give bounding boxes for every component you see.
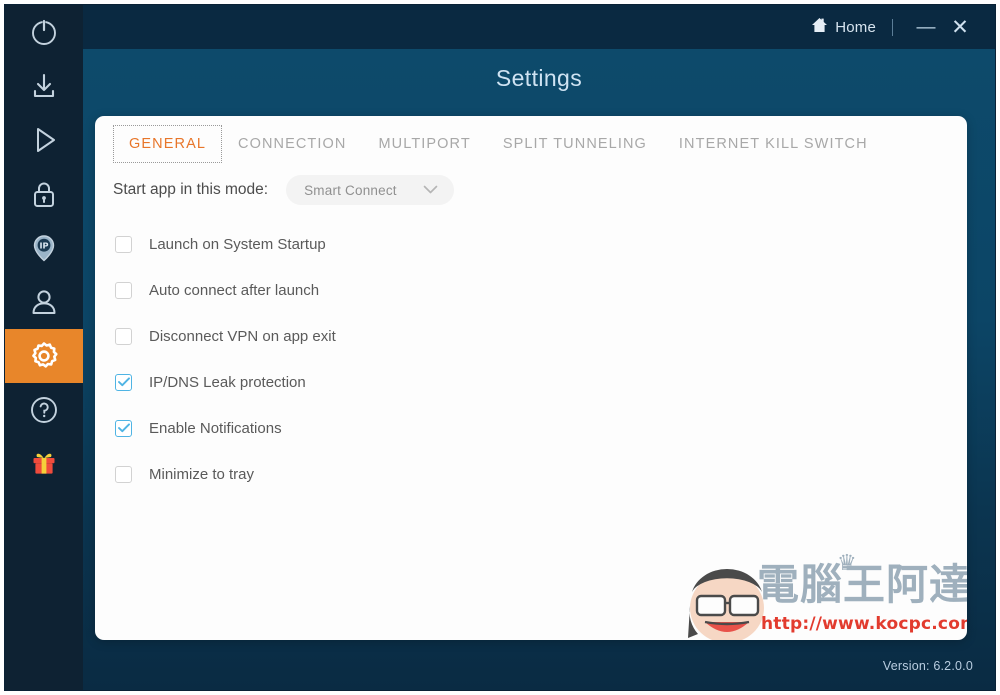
- chevron-down-icon: [423, 184, 438, 196]
- check-icon: [117, 377, 130, 387]
- gear-icon: [26, 338, 62, 374]
- crown-icon: ♛: [837, 550, 857, 575]
- svg-text:IP: IP: [39, 241, 48, 251]
- watermark: ♛ 電腦王阿達 http://www.kocpc.com.tw: [685, 552, 967, 640]
- sidebar-item-help[interactable]: [5, 383, 83, 437]
- option-row-auto-connect-after-launch[interactable]: Auto connect after launch: [115, 267, 615, 313]
- footer-bar: Version: 6.2.0.0: [83, 642, 995, 690]
- close-button[interactable]: ✕: [943, 17, 977, 38]
- tab-internet-kill-switch[interactable]: INTERNET KILL SWITCH: [663, 125, 884, 163]
- sidebar-item-settings[interactable]: [5, 329, 83, 383]
- tab-bar: GENERAL CONNECTION MULTIPORT SPLIT TUNNE…: [113, 125, 884, 163]
- download-icon: [27, 69, 61, 103]
- titlebar-divider: [892, 18, 893, 36]
- sidebar-item-account[interactable]: [5, 275, 83, 329]
- option-row-ip-dns-leak-protection[interactable]: IP/DNS Leak protection: [115, 359, 615, 405]
- tab-multiport[interactable]: MULTIPORT: [362, 125, 486, 163]
- tab-connection[interactable]: CONNECTION: [222, 125, 362, 163]
- body-area: Settings GENERAL CONNECTION MULTIPORT SP…: [83, 49, 995, 690]
- watermark-url: http://www.kocpc.com.tw: [761, 614, 967, 634]
- tab-split-tunneling[interactable]: SPLIT TUNNELING: [487, 125, 663, 163]
- option-label: Auto connect after launch: [149, 281, 320, 299]
- option-label: Disconnect VPN on app exit: [149, 327, 336, 345]
- checkbox-ip-dns-leak-protection[interactable]: [115, 373, 132, 391]
- application-window: IP Home — ✕ Settings GENERAL CONNECTION …: [5, 5, 995, 690]
- start-mode-label: Start app in this mode:: [113, 181, 269, 198]
- sidebar-item-ip-location[interactable]: IP: [5, 221, 83, 275]
- sidebar-item-lock[interactable]: [5, 167, 83, 221]
- start-mode-value: Smart Connect: [304, 182, 397, 198]
- checkbox-minimize-to-tray[interactable]: [115, 465, 132, 483]
- house-icon: [811, 17, 828, 37]
- option-row-enable-notifications[interactable]: Enable Notifications: [115, 405, 615, 451]
- minimize-button[interactable]: —: [909, 18, 943, 37]
- power-icon: [27, 15, 61, 49]
- play-icon: [27, 123, 61, 157]
- app-root: IP Home — ✕ Settings GENERAL CONNECTION …: [0, 0, 1000, 695]
- option-label: Launch on System Startup: [149, 235, 326, 253]
- home-label: Home: [835, 18, 876, 36]
- option-row-launch-on-system-startup[interactable]: Launch on System Startup: [115, 221, 615, 267]
- sidebar: IP: [5, 5, 83, 690]
- settings-panel: GENERAL CONNECTION MULTIPORT SPLIT TUNNE…: [95, 116, 967, 640]
- start-mode-row: Start app in this mode: Smart Connect: [113, 175, 455, 205]
- checkbox-disconnect-vpn-on-app-exit[interactable]: [115, 327, 132, 345]
- checkbox-auto-connect-after-launch[interactable]: [115, 281, 132, 299]
- home-button[interactable]: Home: [811, 17, 876, 37]
- title-bar: Home — ✕: [83, 5, 995, 49]
- check-icon: [117, 423, 130, 433]
- option-label: Minimize to tray: [149, 465, 255, 483]
- page-title: Settings: [495, 65, 583, 91]
- checkbox-launch-on-system-startup[interactable]: [115, 235, 132, 253]
- options-list: Launch on System Startup Auto connect af…: [115, 221, 615, 497]
- gift-icon: [27, 447, 61, 481]
- version-label: Version: 6.2.0.0: [882, 659, 973, 673]
- checkbox-enable-notifications[interactable]: [115, 419, 132, 437]
- question-circle-icon: [27, 393, 61, 427]
- sidebar-item-gift[interactable]: [5, 437, 83, 491]
- option-label: IP/DNS Leak protection: [149, 373, 306, 391]
- option-row-disconnect-vpn-on-app-exit[interactable]: Disconnect VPN on app exit: [115, 313, 615, 359]
- user-icon: [27, 285, 61, 319]
- sidebar-item-power[interactable]: [5, 5, 83, 59]
- watermark-text: 電腦王阿達: [757, 560, 967, 609]
- start-mode-dropdown[interactable]: Smart Connect: [286, 175, 455, 205]
- lock-icon: [27, 177, 61, 211]
- mascot-face-icon: [685, 566, 771, 640]
- option-label: Enable Notifications: [149, 419, 282, 437]
- sidebar-item-play[interactable]: [5, 113, 83, 167]
- ip-pin-icon: IP: [27, 231, 61, 265]
- tab-general[interactable]: GENERAL: [113, 125, 222, 163]
- sidebar-item-download[interactable]: [5, 59, 83, 113]
- option-row-minimize-to-tray[interactable]: Minimize to tray: [115, 451, 615, 497]
